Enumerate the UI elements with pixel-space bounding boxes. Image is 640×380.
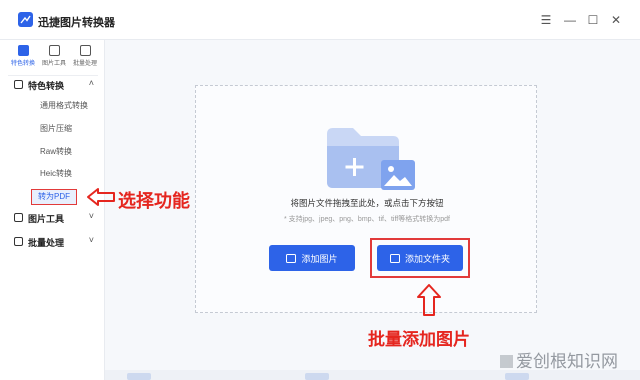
tab-batch[interactable]: 批量处理 [70, 42, 100, 72]
chevron-down-icon: ˅ [88, 235, 94, 245]
swap-icon [14, 80, 23, 89]
image-tool-icon [14, 213, 23, 222]
group-label: 图片工具 [28, 214, 65, 224]
tab-image-tools[interactable]: 图片工具 [39, 42, 69, 72]
sidebar-group-image-tools[interactable]: 图片工具 ˅ [14, 210, 100, 226]
sidebar-group-feature-convert[interactable]: 特色转换 ˄ [14, 77, 100, 93]
watermark-logo-icon [500, 355, 513, 368]
supported-formats-text: * 支持jpg、jpeg、png、bmp、tif、tiff等格式转换为pdf [284, 216, 450, 223]
arrow-left-icon [87, 188, 115, 206]
annotation-select-function: 选择功能 [118, 191, 190, 212]
app-logo-icon [18, 12, 33, 27]
drop-zone[interactable]: 将图片文件拖拽至此处，或点击下方按钮 * 支持jpg、jpeg、png、bmp、… [195, 85, 537, 313]
divider [8, 75, 98, 76]
menu-icon[interactable]: ☰ [538, 12, 554, 28]
minimize-button[interactable]: — [562, 12, 578, 28]
tab-feature-convert[interactable]: 特色转换 [8, 42, 38, 72]
group-label: 特色转换 [28, 81, 65, 91]
drop-zone-hint: 将图片文件拖拽至此处，或点击下方按钮 [290, 198, 444, 208]
sidebar-group-batch[interactable]: 批量处理 ˅ [14, 234, 100, 250]
sidebar-item-general-format[interactable]: 通用格式转换 [40, 100, 88, 114]
step-icon [127, 373, 151, 380]
tab-label: 特色转换 [10, 61, 35, 67]
chevron-up-icon: ˄ [88, 78, 94, 88]
chevron-down-icon: ˅ [88, 211, 94, 221]
swap-icon [17, 45, 29, 56]
watermark-text: 爱创根知识网 [516, 352, 618, 372]
add-folder-button[interactable]: 添加文件夹 [377, 245, 463, 271]
sidebar-item-raw[interactable]: Raw转换 [40, 146, 72, 160]
batch-icon [14, 237, 23, 246]
folder-add-icon [327, 128, 415, 190]
step-icon [505, 373, 529, 380]
tab-label: 图片工具 [41, 61, 66, 67]
app-window: 迅捷图片转换器 ☰ — ☐ ✕ 特色转换 图片工具 批量处理 特色转换 ˄ 通用… [0, 0, 640, 380]
image-icon [286, 253, 297, 263]
arrow-up-icon [417, 284, 441, 316]
annotation-batch-add: 批量添加图片 [368, 330, 470, 350]
group-label: 批量处理 [28, 238, 65, 248]
image-tool-icon [48, 45, 60, 56]
watermark: 爱创根知识网 [500, 347, 618, 372]
add-folder-label: 添加文件夹 [404, 253, 450, 264]
folder-plus-icon [389, 253, 400, 263]
sidebar: 特色转换 图片工具 批量处理 特色转换 ˄ 通用格式转换 图片压缩 Raw转换 … [0, 40, 105, 380]
title-bar: 迅捷图片转换器 ☰ — ☐ ✕ [0, 0, 640, 40]
sidebar-item-compress[interactable]: 图片压缩 [40, 123, 72, 137]
close-button[interactable]: ✕ [608, 12, 624, 28]
top-tabs: 特色转换 图片工具 批量处理 [8, 42, 100, 72]
batch-icon [79, 45, 91, 56]
add-image-label: 添加图片 [301, 253, 338, 264]
app-title: 迅捷图片转换器 [38, 17, 115, 29]
sidebar-item-heic[interactable]: Heic转换 [40, 168, 72, 182]
add-image-button[interactable]: 添加图片 [269, 245, 355, 271]
maximize-button[interactable]: ☐ [585, 12, 601, 28]
step-icon [305, 373, 329, 380]
sidebar-item-to-pdf[interactable]: 转为PDF [31, 189, 77, 205]
tab-label: 批量处理 [72, 61, 97, 67]
